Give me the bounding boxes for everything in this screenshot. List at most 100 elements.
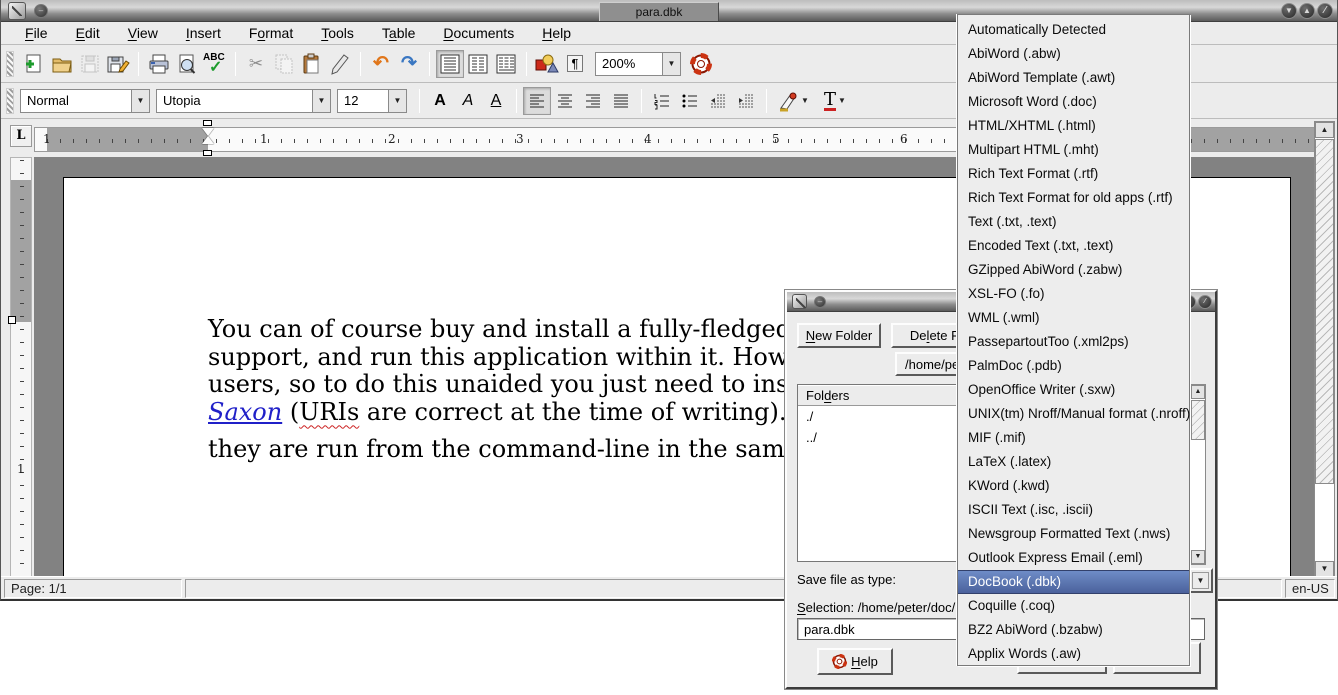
close-button[interactable]: ⁄ xyxy=(1317,3,1333,19)
close-button[interactable]: ⁄ xyxy=(1198,295,1212,309)
maximize-button[interactable]: ▲ xyxy=(1299,3,1315,19)
menu-view[interactable]: View xyxy=(114,23,172,44)
align-left-button[interactable] xyxy=(523,87,551,115)
indent-button[interactable] xyxy=(732,87,760,115)
file-type-option[interactable]: BZ2 AbiWord (.bzabw) xyxy=(958,618,1189,642)
menu-documents[interactable]: Documents xyxy=(429,23,528,44)
unindent-button[interactable] xyxy=(704,87,732,115)
show-para-button[interactable]: ¶ xyxy=(561,50,589,78)
bold-button[interactable]: A xyxy=(426,87,454,115)
help-button[interactable]: Help xyxy=(817,648,893,675)
file-type-option[interactable]: Automatically Detected xyxy=(958,18,1189,42)
menu-help[interactable]: Help xyxy=(528,23,585,44)
font-value: Utopia xyxy=(157,90,312,112)
indent-marker[interactable] xyxy=(201,119,215,157)
menu-edit[interactable]: Edit xyxy=(62,23,114,44)
redo-button[interactable]: ↷ xyxy=(395,50,423,78)
toolbar-drag-handle[interactable] xyxy=(6,88,14,114)
window-menu-button[interactable]: – xyxy=(814,296,826,308)
menu-insert[interactable]: Insert xyxy=(172,23,235,44)
bullet-list-button[interactable] xyxy=(676,87,704,115)
align-justify-button[interactable] xyxy=(607,87,635,115)
align-right-button[interactable] xyxy=(579,87,607,115)
save-as-button[interactable] xyxy=(104,50,132,78)
file-type-option[interactable]: KWord (.kwd) xyxy=(958,474,1189,498)
scroll-up-icon[interactable]: ▲ xyxy=(1315,122,1334,138)
new-document-button[interactable] xyxy=(20,50,48,78)
font-color-button[interactable]: T ▼ xyxy=(813,87,857,115)
print-preview-button[interactable] xyxy=(173,50,201,78)
file-type-option[interactable]: WML (.wml) xyxy=(958,306,1189,330)
file-type-option[interactable]: HTML/XHTML (.html) xyxy=(958,114,1189,138)
file-type-option[interactable]: LaTeX (.latex) xyxy=(958,450,1189,474)
open-folder-icon xyxy=(51,53,73,75)
file-type-option[interactable]: Newsgroup Formatted Text (.nws) xyxy=(958,522,1189,546)
style-value: Normal xyxy=(21,90,131,112)
shade-button[interactable]: ▼ xyxy=(1281,3,1297,19)
files-list-scrollbar[interactable]: ▲ ▼ xyxy=(1190,384,1206,565)
file-type-option[interactable]: ISCII Text (.isc, .iscii) xyxy=(958,498,1189,522)
new-folder-button[interactable]: New Folder xyxy=(797,323,881,348)
file-type-option[interactable]: Applix Words (.aw) xyxy=(958,642,1189,666)
file-type-option[interactable]: Encoded Text (.txt, .text) xyxy=(958,234,1189,258)
view-normal-button[interactable] xyxy=(436,50,464,78)
window-menu-button[interactable]: – xyxy=(34,4,48,18)
scroll-up-icon[interactable]: ▲ xyxy=(1191,385,1205,399)
print-button[interactable] xyxy=(145,50,173,78)
scrollbar-thumb[interactable] xyxy=(1315,139,1334,484)
toolbar-drag-handle[interactable] xyxy=(6,51,14,77)
ruler-number: 2 xyxy=(388,132,396,146)
file-type-option[interactable]: Outlook Express Email (.eml) xyxy=(958,546,1189,570)
stylus-button[interactable] xyxy=(326,50,354,78)
insert-graphic-button[interactable] xyxy=(533,50,561,78)
help-button[interactable] xyxy=(687,50,715,78)
scroll-down-icon[interactable]: ▼ xyxy=(1191,550,1205,564)
file-type-option[interactable]: Coquille (.coq) xyxy=(958,594,1189,618)
underline-button[interactable]: A xyxy=(482,87,510,115)
scrollbar-thumb[interactable] xyxy=(1191,400,1205,440)
menu-format[interactable]: Format xyxy=(235,23,307,44)
spellcheck-button[interactable]: ABC ✓ xyxy=(201,50,229,78)
paste-button[interactable] xyxy=(298,50,326,78)
file-type-option[interactable]: OpenOffice Writer (.sxw) xyxy=(958,378,1189,402)
tab-selector[interactable]: L xyxy=(10,125,32,147)
underline-icon: A xyxy=(491,92,502,110)
undo-icon: ↶ xyxy=(373,52,389,75)
file-type-option[interactable]: UNIX(tm) Nroff/Manual format (.nroff) xyxy=(958,402,1189,426)
view-web-button[interactable] xyxy=(492,50,520,78)
cut-icon: ✂ xyxy=(249,54,263,74)
saxon-hyperlink[interactable]: Saxon xyxy=(208,398,282,426)
style-select[interactable]: Normal ▼ xyxy=(20,89,150,113)
scroll-down-icon[interactable]: ▼ xyxy=(1315,561,1334,577)
file-type-option[interactable]: Rich Text Format (.rtf) xyxy=(958,162,1189,186)
file-type-option[interactable]: PalmDoc (.pdb) xyxy=(958,354,1189,378)
font-select[interactable]: Utopia ▼ xyxy=(156,89,331,113)
file-type-option[interactable]: PassepartoutToo (.xml2ps) xyxy=(958,330,1189,354)
file-type-option[interactable]: Text (.txt, .text) xyxy=(958,210,1189,234)
top-margin-marker[interactable] xyxy=(8,316,16,324)
file-type-option[interactable]: XSL-FO (.fo) xyxy=(958,282,1189,306)
file-type-option[interactable]: AbiWord (.abw) xyxy=(958,42,1189,66)
file-type-option[interactable]: AbiWord Template (.awt) xyxy=(958,66,1189,90)
file-type-option[interactable]: GZipped AbiWord (.zabw) xyxy=(958,258,1189,282)
file-type-option[interactable]: Rich Text Format for old apps (.rtf) xyxy=(958,186,1189,210)
view-columns-button[interactable] xyxy=(464,50,492,78)
menu-table[interactable]: Table xyxy=(368,23,429,44)
file-type-option[interactable]: Multipart HTML (.mht) xyxy=(958,138,1189,162)
menu-file[interactable]: File xyxy=(11,23,62,44)
file-type-option[interactable]: MIF (.mif) xyxy=(958,426,1189,450)
align-center-button[interactable] xyxy=(551,87,579,115)
italic-button[interactable]: A xyxy=(454,87,482,115)
bold-icon: A xyxy=(434,92,446,110)
file-type-option-selected[interactable]: DocBook (.dbk) xyxy=(958,570,1189,594)
numbered-list-button[interactable] xyxy=(648,87,676,115)
open-button[interactable] xyxy=(48,50,76,78)
paste-icon xyxy=(301,53,323,75)
main-vertical-scrollbar[interactable]: ▲ ▼ xyxy=(1314,121,1335,578)
undo-button[interactable]: ↶ xyxy=(367,50,395,78)
highlight-color-button[interactable]: ▼ xyxy=(773,87,813,115)
font-size-select[interactable]: 12 ▼ xyxy=(337,89,407,113)
file-type-option[interactable]: Microsoft Word (.doc) xyxy=(958,90,1189,114)
menu-tools[interactable]: Tools xyxy=(307,23,368,44)
zoom-select[interactable]: 200% ▼ xyxy=(595,52,681,76)
